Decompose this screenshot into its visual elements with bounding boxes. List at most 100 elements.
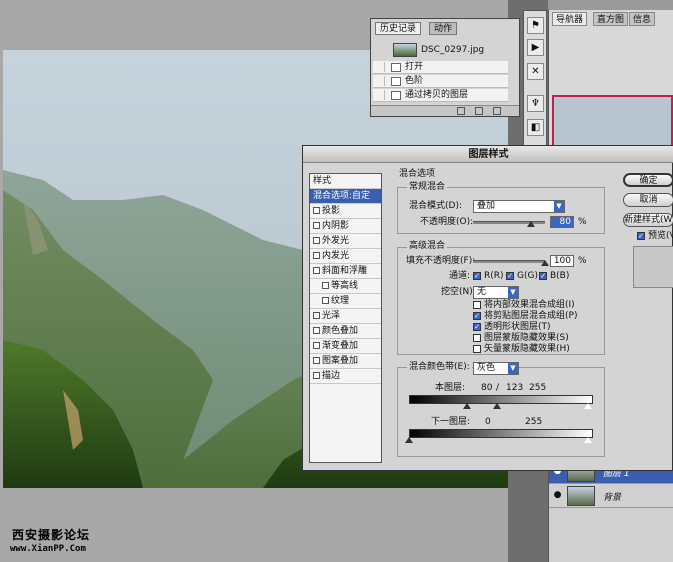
style-checkbox[interactable] <box>313 207 320 214</box>
this-layer-sep: / <box>496 383 500 393</box>
channel-b-label: B(B) <box>550 271 570 281</box>
brush-icon[interactable]: ♆ <box>527 95 544 112</box>
blend-mode-label: 混合模式(D): <box>409 201 462 211</box>
style-list-label: 等高线 <box>331 281 359 291</box>
snapshot-thumbnail <box>393 43 417 57</box>
style-checkbox[interactable] <box>322 297 329 304</box>
tab-actions[interactable]: 动作 <box>429 22 458 35</box>
watermark-url: www.XianPP.Com <box>10 544 86 554</box>
new-snapshot-icon[interactable] <box>475 107 483 115</box>
history-item[interactable]: 色阶 <box>373 75 508 88</box>
this-layer-split: 123 <box>506 383 524 393</box>
opacity-input[interactable]: 80 <box>550 216 574 228</box>
style-checkbox[interactable] <box>313 312 320 319</box>
this-layer-black-handle[interactable] <box>463 403 471 409</box>
history-item[interactable]: 通过拷贝的图层 <box>373 89 508 102</box>
style-list-item[interactable]: 纹理 <box>310 294 381 309</box>
style-list-item[interactable]: 颜色叠加 <box>310 324 381 339</box>
knockout-value: 无 <box>477 287 487 297</box>
style-list-item[interactable]: 样式 <box>310 174 381 189</box>
blend-clipped-layers-checkbox[interactable]: ✓ <box>473 312 481 320</box>
style-list-label: 渐变叠加 <box>322 341 359 351</box>
layers-panel: ● 图层 1 ● 背景 <box>548 460 673 562</box>
style-list-item[interactable]: 图案叠加 <box>310 354 381 369</box>
fill-opacity-slider-handle[interactable] <box>541 260 549 266</box>
style-list-label: 投影 <box>322 206 341 216</box>
this-layer-high: 255 <box>529 383 547 393</box>
transparency-shapes-checkbox[interactable]: ✓ <box>473 323 481 331</box>
below-layer-white-handle[interactable] <box>584 437 592 443</box>
style-list-label: 图案叠加 <box>322 356 359 366</box>
style-list-item[interactable]: 斜面和浮雕 <box>310 264 381 279</box>
style-list-item[interactable]: 光泽 <box>310 309 381 324</box>
style-checkbox[interactable] <box>313 237 320 244</box>
below-layer-high: 255 <box>525 417 543 427</box>
tab-navigator[interactable]: 导航器 <box>552 12 588 26</box>
cancel-button[interactable]: 取消 <box>623 193 673 207</box>
eye-icon[interactable]: ● <box>552 490 563 501</box>
blend-if-select[interactable]: 灰色 ▼ <box>473 362 519 375</box>
style-preview-swatch <box>633 246 673 288</box>
style-list-label: 描边 <box>322 371 341 381</box>
style-list-label: 样式 <box>313 176 332 186</box>
ok-button[interactable]: 确定 <box>623 173 673 187</box>
fill-opacity-input[interactable]: 100 <box>550 255 574 267</box>
style-checkbox[interactable] <box>313 372 320 379</box>
tab-histogram[interactable]: 直方图 <box>593 12 629 26</box>
style-checkbox[interactable] <box>313 252 320 259</box>
navigator-preview[interactable] <box>552 95 673 150</box>
style-list-item[interactable]: 投影 <box>310 204 381 219</box>
style-list-label: 内发光 <box>322 251 350 261</box>
channel-b-checkbox[interactable]: ✓ <box>539 272 547 280</box>
tools-icon[interactable]: ✕ <box>527 63 544 80</box>
layer-row[interactable]: ● 背景 <box>549 484 673 508</box>
style-list-item[interactable]: 混合选项:自定 <box>310 189 381 204</box>
history-icon[interactable]: ⚑ <box>527 17 544 34</box>
this-layer-gradient[interactable] <box>409 395 593 404</box>
trash-icon[interactable] <box>493 107 501 115</box>
style-list-label: 颜色叠加 <box>322 326 359 336</box>
below-layer-black-handle[interactable] <box>405 437 413 443</box>
style-list-item[interactable]: 内阴影 <box>310 219 381 234</box>
vector-mask-hides-checkbox[interactable] <box>473 345 481 353</box>
style-checkbox[interactable] <box>313 357 320 364</box>
style-checkbox[interactable] <box>322 282 329 289</box>
below-layer-gradient[interactable] <box>409 429 593 438</box>
this-layer-white-handle[interactable] <box>584 403 592 409</box>
knockout-select[interactable]: 无 ▼ <box>473 286 519 299</box>
style-checkbox[interactable] <box>313 222 320 229</box>
opacity-slider-handle[interactable] <box>526 221 535 227</box>
panel-icons-column: ⚑ ▶ ✕ ♆ ◧ <box>523 10 547 150</box>
history-item[interactable]: 打开 <box>373 61 508 74</box>
clone-source-icon[interactable]: ◧ <box>527 119 544 136</box>
style-checkbox[interactable] <box>313 327 320 334</box>
preview-checkbox[interactable]: ✓ <box>637 232 645 240</box>
history-snapshot[interactable]: DSC_0297.jpg <box>375 41 505 59</box>
layer-style-dialog: 图层样式 样式 混合选项:自定 投影 内阴影 外发光 内发光 斜面和浮雕 等高线 纹理 光泽 颜色叠… <box>302 145 673 471</box>
snapshot-name: DSC_0297.jpg <box>421 45 485 55</box>
channel-g-checkbox[interactable]: ✓ <box>506 272 514 280</box>
below-layer-low: 0 <box>485 417 491 427</box>
style-list-label: 外发光 <box>322 236 350 246</box>
style-list-item[interactable]: 内发光 <box>310 249 381 264</box>
new-document-icon[interactable] <box>457 107 465 115</box>
tab-info[interactable]: 信息 <box>629 12 656 26</box>
blend-mode-select[interactable]: 叠加 ▼ <box>473 200 565 213</box>
style-list-item[interactable]: 描边 <box>310 369 381 384</box>
style-list-item[interactable]: 等高线 <box>310 279 381 294</box>
tab-history[interactable]: 历史记录 <box>375 22 422 35</box>
chevron-down-icon: ▼ <box>508 287 518 298</box>
style-list-item[interactable]: 外发光 <box>310 234 381 249</box>
blend-interior-effects-checkbox[interactable] <box>473 301 481 309</box>
style-list-item[interactable]: 渐变叠加 <box>310 339 381 354</box>
actions-icon[interactable]: ▶ <box>527 39 544 56</box>
history-panel: 历史记录 动作 DSC_0297.jpg 打开 色阶 通过拷贝的图层 <box>370 18 520 117</box>
blend-mode-value: 叠加 <box>477 201 496 211</box>
new-style-button[interactable]: 新建样式(W)... <box>623 213 673 227</box>
this-layer-split-handle[interactable] <box>493 403 501 409</box>
style-checkbox[interactable] <box>313 267 320 274</box>
style-checkbox[interactable] <box>313 342 320 349</box>
fill-opacity-slider[interactable] <box>473 260 545 263</box>
channel-r-checkbox[interactable]: ✓ <box>473 272 481 280</box>
layer-mask-hides-checkbox[interactable] <box>473 334 481 342</box>
